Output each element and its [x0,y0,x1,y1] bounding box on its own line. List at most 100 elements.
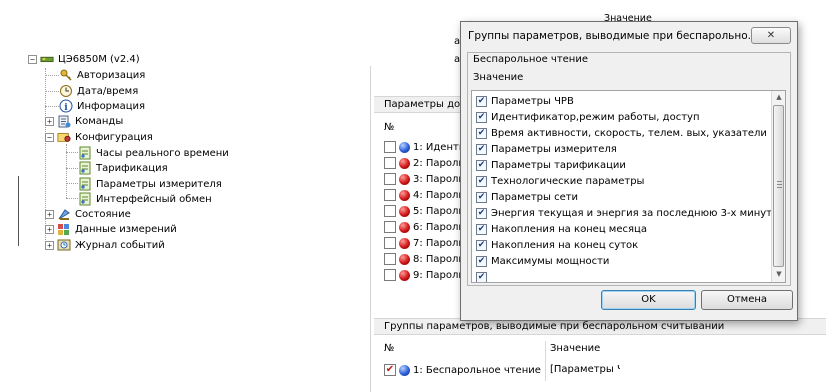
row-checkbox[interactable] [384,141,396,153]
row-label: 7: Пароль [413,237,465,249]
item-checkbox[interactable]: ✔ [476,143,487,155]
list-item[interactable]: ✔ Энергия текущая и энергия за последнюю… [476,205,784,221]
list-item[interactable]: ✔ Время активности, скорость, телем. вых… [476,125,767,141]
access-row[interactable]: 2: Пароль [384,155,464,171]
tree-item-label: Конфигурация [75,131,153,143]
item-checkbox[interactable]: ✔ [476,111,487,123]
wireless-col-num: № [384,343,395,354]
dialog-title-bar[interactable]: Группы параметров, выводимые при беспаро… [461,22,797,50]
ok-button[interactable]: OK [601,290,696,310]
access-row[interactable]: 1: Иденти [384,139,465,155]
list-item[interactable]: ✔ Параметры сети [476,189,578,205]
item-checkbox[interactable]: ✔ [476,95,487,107]
expand-icon[interactable]: + [45,116,54,126]
close-button[interactable]: ✕ [751,27,791,44]
page-icon [78,177,92,191]
wireless-row-value[interactable]: [Параметры ЧРВ [550,364,620,375]
list-item[interactable]: ✔ Накопления на конец месяца [476,221,647,237]
item-checkbox[interactable]: ✔ [476,239,487,251]
item-checkbox[interactable]: ✔ [476,271,487,282]
access-row[interactable]: 7: Пароль [384,235,464,251]
grip-line [777,181,782,182]
list-item[interactable]: ✔ Параметры ЧРВ [476,93,574,109]
item-label: Параметры тарификации [491,159,626,171]
row-checkbox[interactable] [384,221,396,233]
item-checkbox[interactable]: ✔ [476,207,487,219]
tree-item-commands[interactable]: + Команды [45,113,123,129]
row-label: 1: Иденти [413,141,466,153]
tree-item-state[interactable]: + Состояние [45,206,131,222]
row-checkbox[interactable] [384,237,396,249]
row-label: 4: Пароль [413,189,465,201]
tree-item-tariff[interactable]: Тарификация [78,160,168,176]
row-checkbox[interactable] [384,157,396,169]
tree-item-interface[interactable]: Интерфейсный обмен [78,191,212,207]
item-checkbox[interactable]: ✔ [476,255,487,267]
list-item[interactable]: ✔ Идентификатор,режим работы, доступ [476,109,699,125]
tree-item-auth[interactable]: Авторизация [59,67,145,83]
collapse-icon[interactable]: − [28,54,37,64]
cancel-button[interactable]: Отмена [701,290,793,310]
access-row[interactable]: 3: Пароль [384,171,464,187]
status-ball-icon [399,253,410,265]
access-row[interactable]: 5: Пароль [384,203,464,219]
collapse-icon[interactable]: − [45,132,54,142]
row-checkbox[interactable] [384,269,396,281]
item-checkbox[interactable]: ✔ [476,127,487,139]
expand-icon[interactable]: + [45,240,54,250]
row-checkbox[interactable] [384,253,396,265]
row-checkbox[interactable] [384,205,396,217]
tree-item-info[interactable]: i Информация [59,98,145,114]
tree-item-rtc[interactable]: Часы реального времени [78,145,229,161]
row-checkbox[interactable]: ✔ [384,364,396,376]
tree-item-config[interactable]: − Конфигурация [45,129,153,145]
scroll-up-icon[interactable]: ▲ [773,91,785,104]
tree-item-datetime[interactable]: Дата/время [59,83,138,99]
access-row[interactable]: 9: Пароль [384,267,464,283]
access-row[interactable]: 4: Пароль [384,187,464,203]
row-checkbox[interactable] [384,173,396,185]
list-scrollbar[interactable]: ▲ ▼ [771,91,785,282]
list-item[interactable]: ✔ Максимумы мощности [476,253,609,269]
tree-root-device[interactable]: − ЦЭ6850М (v2.4) [28,51,140,67]
tree-connector [66,183,78,184]
list-item[interactable]: ✔ [476,269,491,282]
expand-icon[interactable]: + [45,224,54,234]
tree-item-meter-params[interactable]: Параметры измерителя [78,176,222,192]
grip-line [777,184,782,185]
item-label: Максимумы мощности [491,255,610,267]
status-ball-icon [399,205,410,217]
device-tree: − ЦЭ6850М (v2.4) Авторизация Дата/время … [0,0,300,392]
state-icon [57,207,71,221]
svg-text:i: i [64,103,68,113]
row-checkbox[interactable] [384,189,396,201]
row-label: 3: Пароль [413,173,465,185]
row-label: 2: Пароль [413,157,465,169]
access-row[interactable]: 6: Пароль [384,219,464,235]
list-item[interactable]: ✔ Технологические параметры [476,173,644,189]
journal-icon [57,238,71,252]
list-item[interactable]: ✔ Параметры тарификации [476,157,626,173]
page-icon [78,192,92,206]
list-item[interactable]: ✔ Параметры измерителя [476,141,617,157]
tree-item-journal[interactable]: + Журнал событий [45,237,165,253]
expand-icon[interactable]: + [45,209,54,219]
scroll-thumb[interactable] [773,105,784,267]
wireless-row[interactable]: ✔ 1: Беспарольное чтение [384,362,541,378]
item-checkbox[interactable]: ✔ [476,175,487,187]
tree-item-label: Авторизация [77,69,146,81]
item-checkbox[interactable]: ✔ [476,223,487,235]
status-ball-icon [399,141,410,153]
clock-icon [59,84,73,98]
frame-label: Беспарольное чтение [473,54,588,65]
list-item[interactable]: ✔ Накопления на конец суток [476,237,638,253]
divider [18,176,19,246]
tree-item-measurements[interactable]: + Данные измерений [45,221,177,237]
item-label: Накопления на конец месяца [491,223,647,235]
access-col-num: № [384,122,395,133]
page-icon [78,146,92,160]
item-checkbox[interactable]: ✔ [476,159,487,171]
scroll-down-icon[interactable]: ▼ [773,268,785,281]
item-checkbox[interactable]: ✔ [476,191,487,203]
access-row[interactable]: 8: Пароль [384,251,464,267]
